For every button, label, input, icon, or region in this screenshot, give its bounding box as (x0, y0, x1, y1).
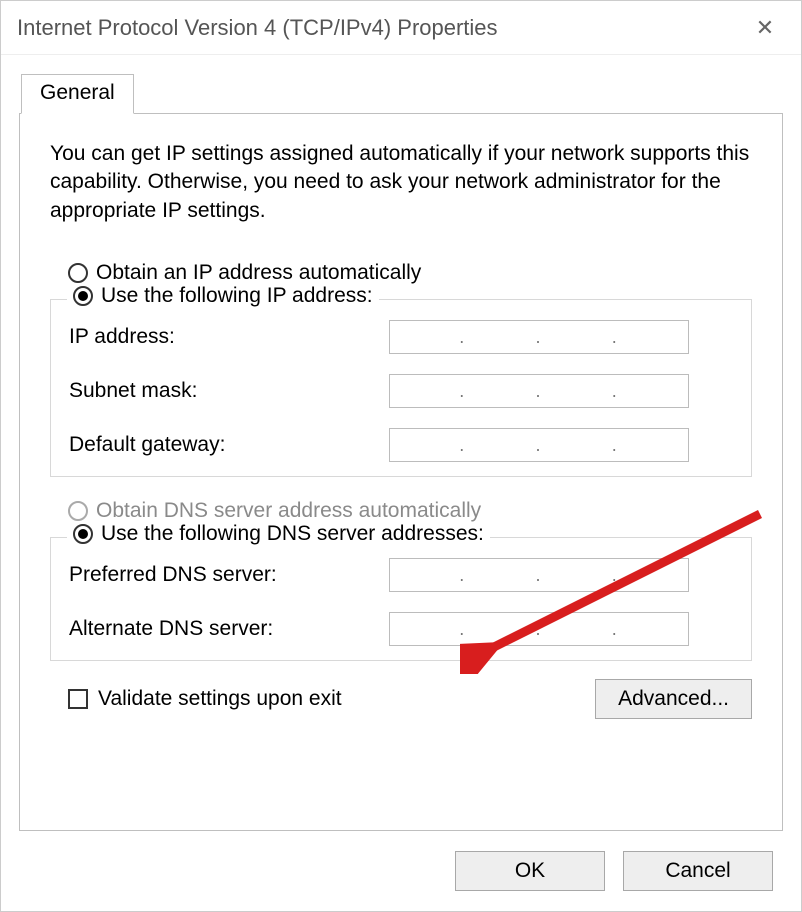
radio-label-ip-manual: Use the following IP address: (101, 284, 373, 308)
input-ip-address[interactable]: ... (389, 320, 689, 354)
label-alternate-dns: Alternate DNS server: (69, 617, 389, 641)
input-alternate-dns[interactable]: ... (389, 612, 689, 646)
radio-icon (68, 263, 88, 283)
radio-icon (73, 286, 93, 306)
radio-label-ip-auto: Obtain an IP address automatically (96, 261, 421, 285)
window-title: Internet Protocol Version 4 (TCP/IPv4) P… (17, 15, 745, 41)
properties-dialog: Internet Protocol Version 4 (TCP/IPv4) P… (0, 0, 802, 912)
radio-icon (73, 524, 93, 544)
label-ip-address: IP address: (69, 325, 389, 349)
input-preferred-dns[interactable]: ... (389, 558, 689, 592)
client-area: General You can get IP settings assigned… (1, 55, 801, 831)
label-preferred-dns: Preferred DNS server: (69, 563, 389, 587)
dialog-button-bar: OK Cancel (1, 831, 801, 911)
ok-button[interactable]: OK (455, 851, 605, 891)
bottom-row: Validate settings upon exit Advanced... (50, 679, 752, 719)
radio-icon (68, 501, 88, 521)
title-bar: Internet Protocol Version 4 (TCP/IPv4) P… (1, 1, 801, 55)
radio-ip-manual[interactable]: Use the following IP address: (67, 284, 379, 308)
label-validate: Validate settings upon exit (98, 687, 342, 711)
dns-fieldset: Use the following DNS server addresses: … (50, 537, 752, 661)
label-subnet-mask: Subnet mask: (69, 379, 389, 403)
intro-text: You can get IP settings assigned automat… (50, 140, 752, 225)
close-icon[interactable]: ✕ (745, 15, 785, 41)
cancel-button[interactable]: Cancel (623, 851, 773, 891)
label-default-gateway: Default gateway: (69, 433, 389, 457)
advanced-button[interactable]: Advanced... (595, 679, 752, 719)
tab-strip: General (21, 73, 783, 113)
tab-general[interactable]: General (21, 74, 134, 114)
checkbox-validate[interactable] (68, 689, 88, 709)
radio-label-dns-manual: Use the following DNS server addresses: (101, 522, 484, 546)
input-default-gateway[interactable]: ... (389, 428, 689, 462)
tab-panel-general: You can get IP settings assigned automat… (19, 113, 783, 831)
radio-dns-manual[interactable]: Use the following DNS server addresses: (67, 522, 490, 546)
ip-fieldset: Use the following IP address: IP address… (50, 299, 752, 477)
input-subnet-mask[interactable]: ... (389, 374, 689, 408)
radio-label-dns-auto: Obtain DNS server address automatically (96, 499, 481, 523)
